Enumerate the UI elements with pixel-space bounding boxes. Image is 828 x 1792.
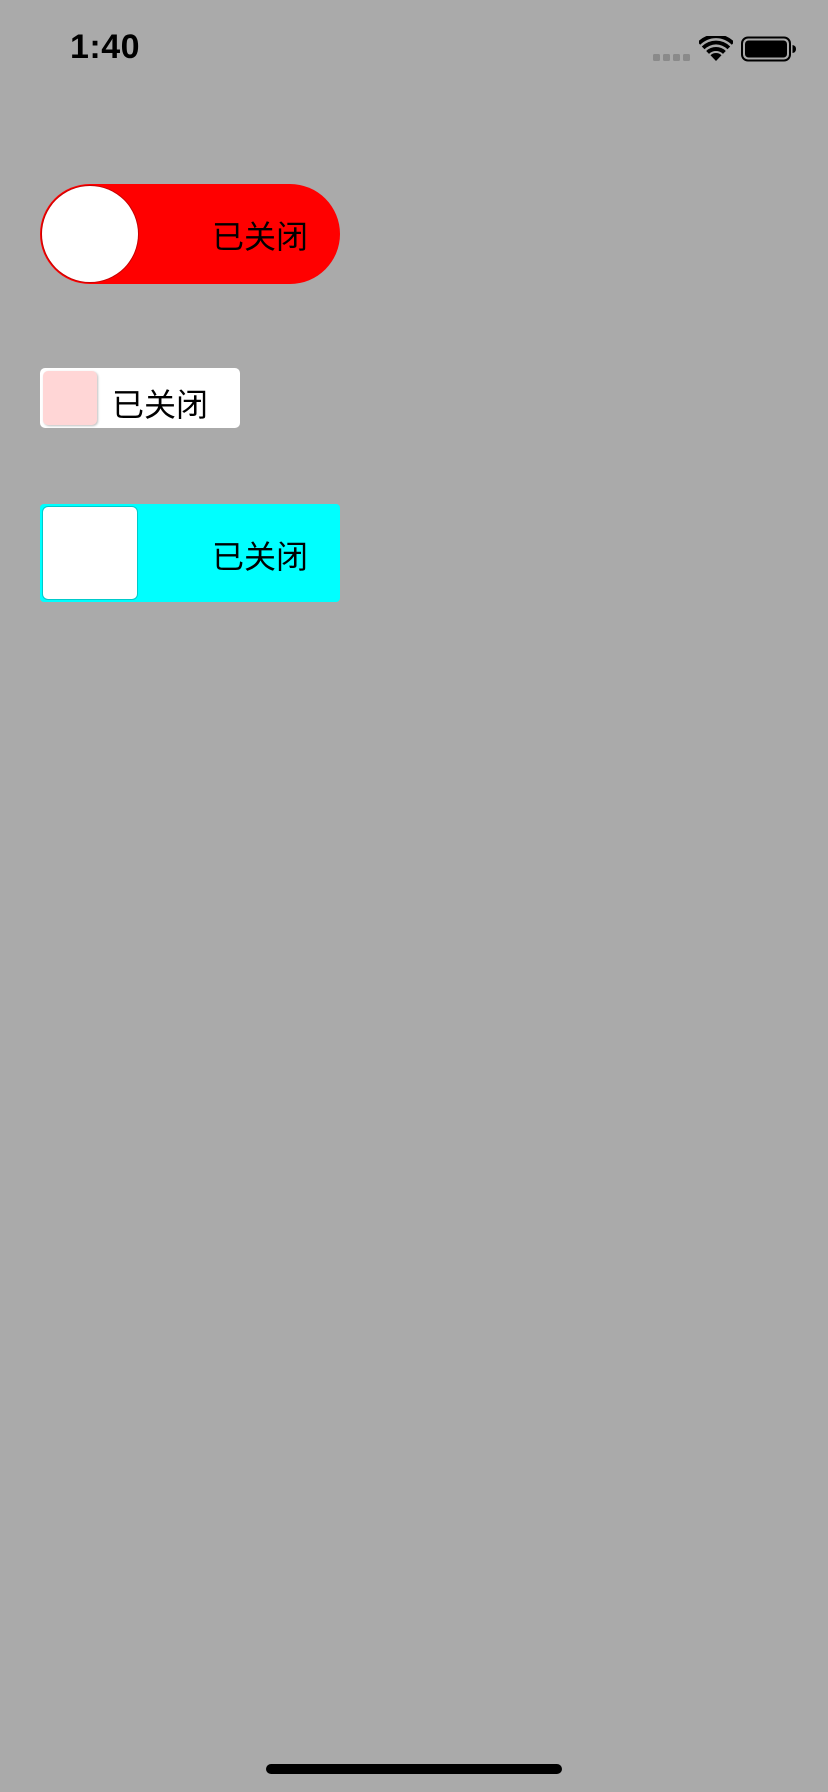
signal-icon [653, 54, 690, 61]
toggle-switch-2[interactable]: 已关闭 [40, 368, 240, 428]
toggle-switch-3[interactable]: 已关闭 [40, 504, 340, 602]
toggle-label: 已关闭 [111, 386, 208, 424]
wifi-icon [699, 36, 733, 61]
home-indicator[interactable] [266, 1764, 562, 1774]
toggle-label: 已关闭 [211, 538, 308, 576]
toggle-label: 已关闭 [211, 218, 308, 256]
toggle-switch-1[interactable]: 已关闭 [40, 184, 340, 284]
toggle-knob[interactable] [43, 371, 97, 425]
toggle-knob[interactable] [42, 186, 138, 282]
battery-icon [741, 36, 796, 62]
status-bar: 1:40 [0, 0, 828, 100]
toggle-knob[interactable] [43, 507, 137, 599]
status-time: 1:40 [70, 28, 141, 66]
